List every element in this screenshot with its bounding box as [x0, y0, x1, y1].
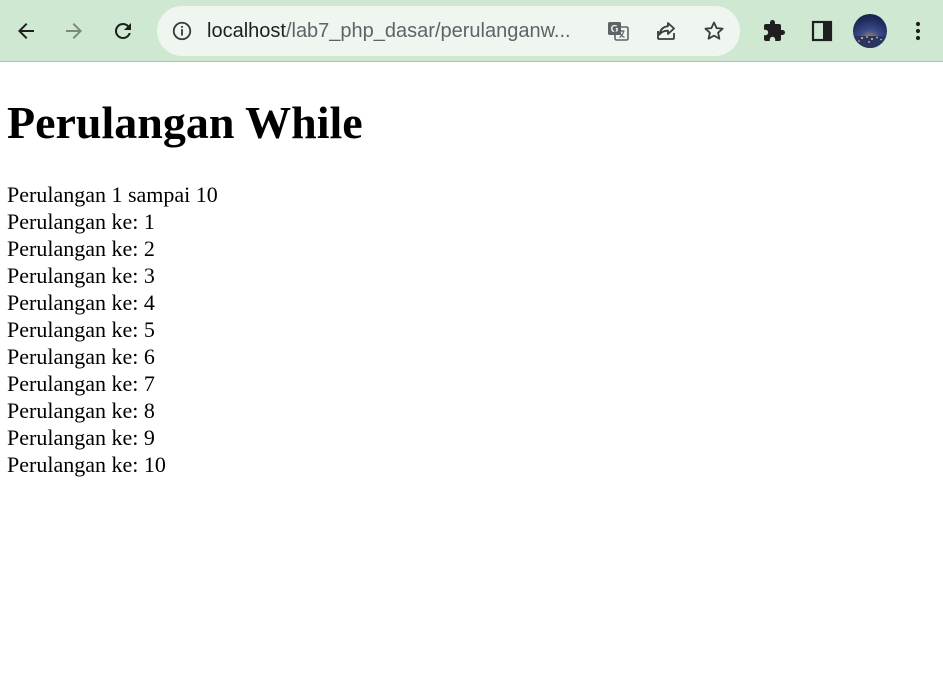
loop-line: Perulangan ke: 10	[7, 452, 166, 477]
arrow-left-icon	[18, 23, 34, 39]
reload-button[interactable]	[105, 13, 141, 49]
loop-line: Perulangan ke: 7	[7, 371, 155, 396]
star-icon[interactable]	[700, 17, 728, 45]
puzzle-icon	[764, 20, 785, 41]
url-text[interactable]: localhost/lab7_php_dasar/perulanganw...	[207, 6, 597, 56]
url-host: localhost	[207, 20, 286, 42]
loop-line: Perulangan ke: 1	[7, 209, 155, 234]
page-heading: Perulangan While	[7, 97, 363, 148]
intro-text: Perulangan 1 sampai 10	[7, 182, 218, 207]
translate-icon[interactable]: G	[604, 17, 632, 45]
loop-line: Perulangan ke: 8	[7, 398, 155, 423]
back-button[interactable]	[8, 13, 44, 49]
side-panel-button[interactable]	[804, 13, 840, 49]
loop-line: Perulangan ke: 2	[7, 236, 155, 261]
arrow-right-icon	[66, 23, 82, 39]
menu-button[interactable]	[900, 13, 936, 49]
loop-line: Perulangan ke: 5	[7, 317, 155, 342]
browser-toolbar: localhost/lab7_php_dasar/perulanganw... …	[0, 0, 943, 62]
more-vert-icon	[915, 21, 921, 41]
address-bar[interactable]: localhost/lab7_php_dasar/perulanganw... …	[157, 6, 740, 56]
loop-line: Perulangan ke: 4	[7, 290, 155, 315]
loop-line: Perulangan ke: 6	[7, 344, 155, 369]
forward-button[interactable]	[56, 13, 92, 49]
loop-line: Perulangan ke: 3	[7, 263, 155, 288]
avatar[interactable]	[853, 14, 887, 48]
reload-icon	[114, 22, 131, 39]
page-content: Perulangan While Perulangan 1 sampai 10 …	[0, 63, 943, 674]
share-icon[interactable]	[652, 17, 680, 45]
url-path: /lab7_php_dasar/perulanganw...	[285, 20, 571, 42]
info-icon[interactable]	[169, 18, 195, 44]
extensions-button[interactable]	[756, 13, 792, 49]
loop-line: Perulangan ke: 9	[7, 425, 155, 450]
side-panel-icon	[811, 20, 833, 42]
output-lines: Perulangan 1 sampai 10 Perulangan ke: 1 …	[7, 181, 218, 478]
